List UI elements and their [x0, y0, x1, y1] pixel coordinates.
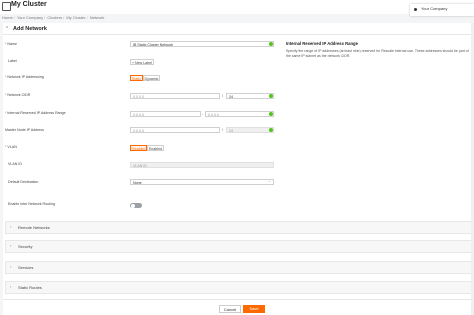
section-label: Security — [18, 244, 33, 249]
vlan-id-input: VLAN ID — [130, 162, 274, 168]
chevron-right-icon: › — [10, 264, 12, 269]
reserved-range-label: *Internal Reserved IP Address Range — [5, 111, 66, 115]
breadcrumb-company[interactable]: Your Company — [17, 15, 43, 20]
static-option[interactable]: Static — [130, 75, 143, 81]
cluster-logo-icon — [2, 2, 11, 11]
app-title: My Cluster — [11, 1, 47, 8]
master-prefix-input: 24 — [226, 127, 274, 133]
ip-addressing-label: *Network IP Addressing — [5, 75, 44, 79]
collapse-chevron-icon[interactable]: ⌃ — [5, 26, 9, 32]
vlan-id-label: VLAN ID — [8, 162, 22, 166]
top-bar — [0, 0, 474, 14]
chevron-right-icon: › — [10, 243, 12, 248]
toggle-knob — [131, 203, 135, 208]
cidr-prefix-input[interactable]: 24 — [226, 93, 274, 99]
breadcrumb-home[interactable]: Home — [2, 15, 13, 20]
range-separator: - — [202, 112, 204, 116]
cancel-button[interactable]: Cancel — [219, 305, 241, 313]
reserved-start-input[interactable]: 0.0.0.0 — [130, 111, 201, 117]
chevron-right-icon: › — [10, 224, 12, 229]
save-button[interactable]: Save — [243, 305, 265, 313]
breadcrumb-cluster[interactable]: My Cluster — [66, 15, 85, 20]
chevron-down-icon: ⌄ — [268, 179, 272, 183]
valid-check-icon — [269, 112, 273, 116]
vlan-disabled-option[interactable]: Disabled — [130, 145, 147, 151]
page-title: Add Network — [13, 26, 47, 32]
vlan-enabled-option[interactable]: Enabled — [147, 145, 164, 151]
chevron-right-icon: › — [10, 284, 12, 289]
label-label: Label — [8, 59, 17, 63]
vlan-label: *VLAN — [5, 145, 17, 149]
help-title: Internal Reserved IP Address Range — [286, 41, 358, 46]
master-ip-input[interactable]: 0.0.0.0 — [130, 127, 220, 133]
section-label: Static Routes — [18, 285, 42, 290]
cidr-ip-input[interactable]: 0.0.0.0 — [130, 93, 220, 99]
divider — [3, 34, 473, 35]
name-label: *Name — [5, 42, 17, 46]
section-security[interactable] — [5, 240, 473, 253]
section-services[interactable] — [5, 261, 473, 274]
new-label-button[interactable]: + New Label — [130, 59, 154, 65]
breadcrumb-network: Network — [89, 15, 105, 20]
help-text: Specify the range of IP addresses (at le… — [286, 49, 469, 58]
cidr-separator: / — [222, 94, 223, 98]
company-label: Your Company — [421, 6, 448, 11]
valid-check-icon — [269, 128, 273, 132]
section-label: Remote Networks — [18, 225, 50, 230]
valid-check-icon — [269, 42, 273, 46]
breadcrumb: Home/ Your Company/ Clusters/ My Cluster… — [2, 15, 105, 20]
default-destination-select[interactable]: None — [130, 179, 274, 185]
section-label: Services — [18, 265, 34, 270]
master-ip-label: Master Node IP Address — [5, 128, 44, 132]
divider — [3, 299, 473, 300]
dynamic-option[interactable]: Dynamic — [143, 75, 160, 81]
inter-network-routing-label: Enable Inter Network Routing — [8, 202, 55, 206]
section-remote-networks[interactable] — [5, 221, 473, 234]
valid-check-icon — [269, 94, 273, 98]
breadcrumb-clusters[interactable]: Clusters — [47, 15, 62, 20]
company-icon — [414, 8, 417, 11]
default-destination-label: Default Destination — [8, 180, 39, 184]
section-static-routes[interactable] — [5, 281, 473, 294]
name-input[interactable]: IB Static Cluster Network — [130, 41, 274, 47]
reserved-end-input[interactable]: 0.0.0.0 — [205, 111, 274, 117]
cidr-label: *Network CIDR — [5, 93, 31, 97]
master-separator: / — [222, 128, 223, 132]
